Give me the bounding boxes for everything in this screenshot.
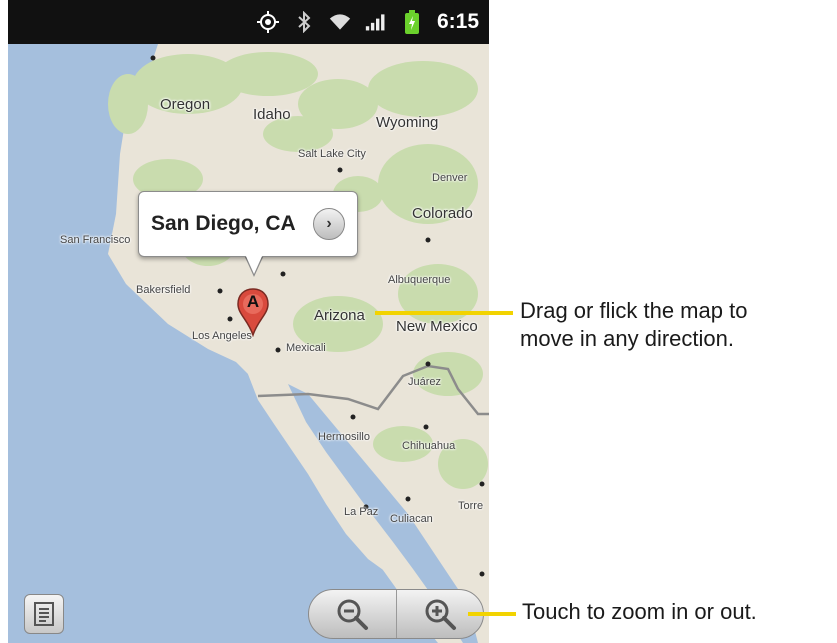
label-culiacan: Culiacan [390, 513, 433, 525]
label-hermosillo: Hermosillo [318, 431, 370, 443]
zoom-callout-line [468, 612, 516, 616]
label-la-paz: La Paz [344, 506, 379, 518]
zoom-out-button[interactable] [309, 590, 396, 638]
label-juarez: Juárez [408, 376, 442, 388]
location-callout[interactable]: San Diego, CA › [138, 191, 358, 257]
marker-letter: A [246, 292, 260, 311]
bluetooth-icon [293, 11, 315, 33]
label-torreon: Torre [458, 500, 484, 512]
label-idaho: Idaho [253, 106, 291, 123]
status-time: 6:15 [436, 10, 479, 33]
zoom-out-icon [337, 599, 369, 630]
location-marker[interactable]: A [236, 287, 270, 338]
phone-screen: Oregon Idaho Wyoming Salt Lake City Denv… [8, 0, 489, 643]
chevron-right-icon[interactable]: › [313, 208, 345, 240]
label-oregon: Oregon [160, 96, 211, 113]
zoom-annotation: Touch to zoom in or out. [522, 599, 757, 624]
list-button[interactable] [24, 594, 64, 634]
battery-charging-icon [401, 10, 423, 34]
label-arizona: Arizona [314, 307, 365, 324]
status-bar: 6:15 [8, 0, 489, 44]
gps-icon [256, 11, 279, 33]
wifi-icon [329, 11, 351, 33]
callout-tail-inner [245, 254, 263, 274]
label-wyoming: Wyoming [376, 114, 439, 131]
drag-annotation-line1: Drag or flick the map to [520, 298, 748, 323]
label-albuquerque: Albuquerque [388, 274, 451, 286]
zoom-in-icon [425, 599, 456, 630]
drag-callout-line [375, 311, 513, 315]
list-icon [34, 602, 54, 626]
label-new-mexico: New Mexico [396, 318, 478, 335]
drag-annotation: Drag or flick the map to move in any dir… [520, 297, 747, 353]
label-mexicali: Mexicali [286, 342, 326, 354]
drag-annotation-line2: move in any direction. [520, 326, 734, 351]
zoom-controls [308, 589, 484, 639]
label-colorado: Colorado [412, 205, 473, 222]
label-san-francisco: San Francisco [60, 234, 131, 246]
label-denver: Denver [432, 172, 468, 184]
callout-title: San Diego, CA [151, 212, 296, 235]
signal-icon [365, 11, 387, 33]
label-bakersfield: Bakersfield [136, 284, 191, 296]
map-canvas[interactable] [8, 44, 489, 643]
map-view[interactable]: Oregon Idaho Wyoming Salt Lake City Denv… [8, 44, 489, 643]
label-chihuahua: Chihuahua [402, 440, 456, 452]
label-salt-lake-city: Salt Lake City [298, 148, 366, 160]
